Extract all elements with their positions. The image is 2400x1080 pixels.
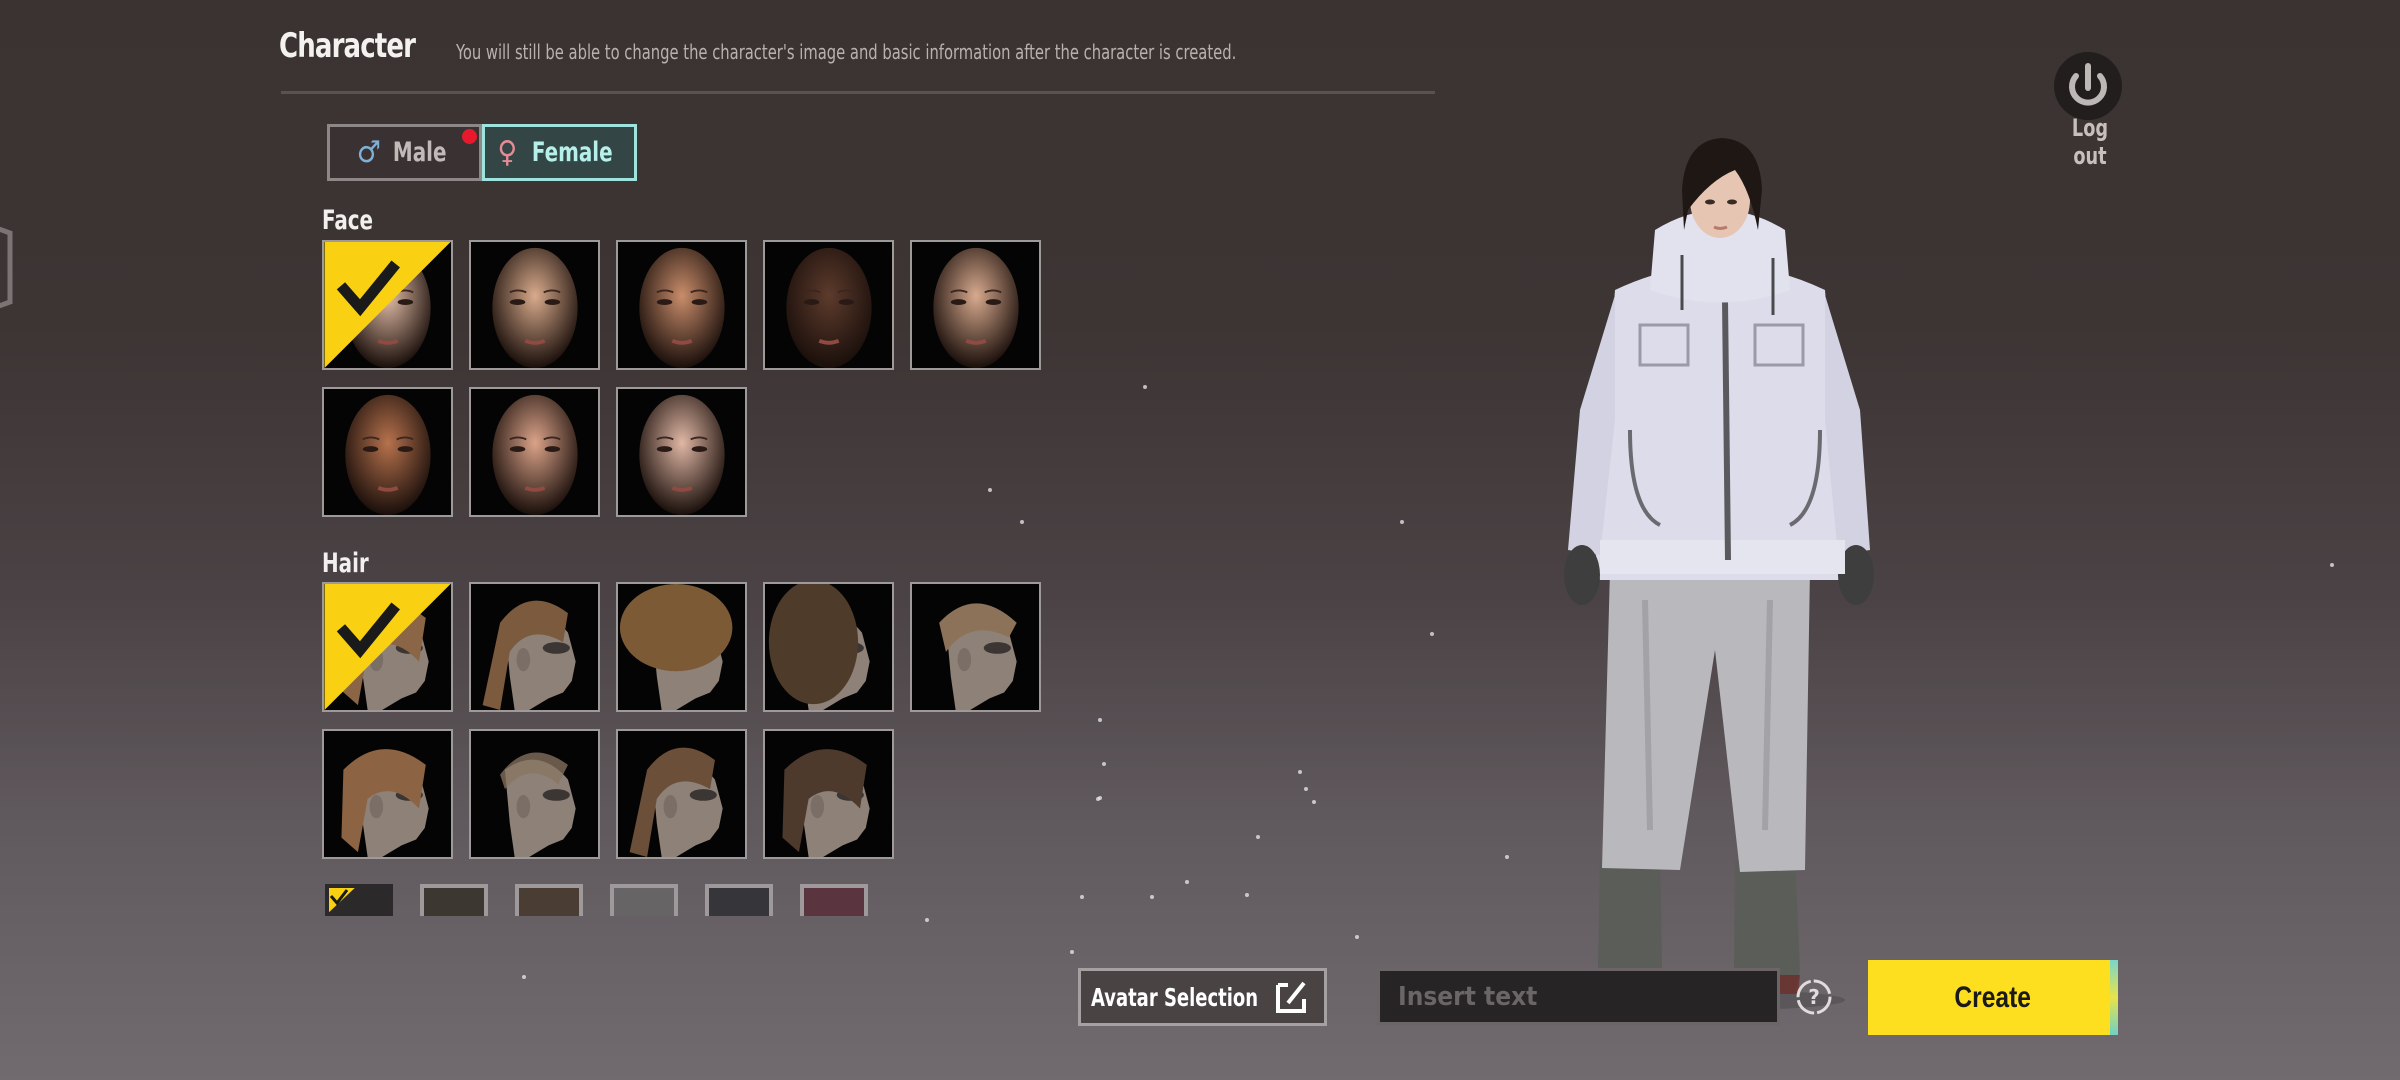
hair-thumbnail bbox=[471, 731, 598, 857]
face-thumbnail bbox=[471, 242, 598, 368]
snow-particle bbox=[1102, 762, 1106, 766]
male-symbol-icon: ♂ bbox=[356, 135, 381, 170]
hair-option[interactable] bbox=[469, 582, 600, 712]
face-option[interactable] bbox=[469, 240, 600, 370]
face-thumbnail bbox=[618, 242, 745, 368]
logout-label: Log out bbox=[2071, 114, 2109, 170]
hair-option[interactable] bbox=[763, 729, 894, 859]
create-button-edge-decoration bbox=[2110, 960, 2118, 1035]
page-title: Character bbox=[279, 26, 416, 66]
face-thumbnail bbox=[912, 242, 1039, 368]
avatar-selection-label: Avatar Selection bbox=[1091, 982, 1259, 1012]
snow-particle bbox=[522, 975, 526, 979]
hair-color-swatch[interactable] bbox=[325, 884, 393, 916]
snow-particle bbox=[1312, 800, 1316, 804]
snow-particle bbox=[925, 918, 929, 922]
face-thumbnail bbox=[471, 389, 598, 515]
hair-option[interactable] bbox=[616, 729, 747, 859]
hair-option[interactable] bbox=[910, 582, 1041, 712]
hair-thumbnail bbox=[324, 731, 451, 857]
tab-female[interactable]: ♀ Female bbox=[482, 124, 637, 181]
hair-thumbnail bbox=[471, 584, 598, 710]
hair-option[interactable] bbox=[469, 729, 600, 859]
female-symbol-icon: ♀ bbox=[497, 135, 518, 170]
edit-icon bbox=[1276, 981, 1306, 1013]
snow-particle bbox=[1150, 895, 1154, 899]
hair-color-swatch[interactable] bbox=[515, 884, 583, 916]
snow-particle bbox=[1020, 520, 1024, 524]
face-thumbnail bbox=[618, 389, 745, 515]
snow-particle bbox=[2330, 563, 2334, 567]
hair-color-swatch[interactable] bbox=[420, 884, 488, 916]
selected-check-icon bbox=[329, 888, 355, 913]
face-thumbnail bbox=[324, 389, 451, 515]
hair-option[interactable] bbox=[616, 582, 747, 712]
hair-thumbnail bbox=[765, 731, 892, 857]
snow-particle bbox=[1185, 880, 1189, 884]
snow-particle bbox=[1143, 385, 1147, 389]
snow-particle bbox=[1400, 520, 1404, 524]
face-option[interactable] bbox=[910, 240, 1041, 370]
face-option[interactable] bbox=[469, 387, 600, 517]
side-panel-edge[interactable] bbox=[0, 215, 16, 320]
create-label: Create bbox=[1954, 980, 2032, 1014]
hair-option[interactable] bbox=[322, 729, 453, 859]
snow-particle bbox=[1298, 770, 1302, 774]
face-thumbnail bbox=[765, 242, 892, 368]
character-model[interactable] bbox=[1560, 130, 1880, 1010]
snow-particle bbox=[1245, 893, 1249, 897]
svg-text:?: ? bbox=[1808, 985, 1820, 1009]
face-option[interactable] bbox=[322, 240, 453, 370]
create-button[interactable]: Create bbox=[1868, 960, 2118, 1035]
tab-male[interactable]: ♂ Male bbox=[327, 124, 482, 181]
hair-thumbnail bbox=[618, 584, 745, 710]
snow-particle bbox=[1080, 895, 1084, 899]
snow-particle bbox=[1098, 796, 1102, 800]
snow-particle bbox=[1355, 935, 1359, 939]
hair-thumbnail bbox=[765, 584, 892, 710]
character-name-input[interactable] bbox=[1377, 968, 1780, 1025]
face-section-label: Face bbox=[322, 205, 374, 236]
snow-particle bbox=[1070, 950, 1074, 954]
hair-color-swatch[interactable] bbox=[610, 884, 678, 916]
hair-option[interactable] bbox=[763, 582, 894, 712]
face-option[interactable] bbox=[763, 240, 894, 370]
tab-male-label: Male bbox=[392, 137, 447, 168]
face-option[interactable] bbox=[322, 387, 453, 517]
selected-check-icon bbox=[324, 242, 451, 368]
logout-button[interactable]: Log out bbox=[2052, 50, 2128, 170]
face-option[interactable] bbox=[616, 240, 747, 370]
snow-particle bbox=[1505, 855, 1509, 859]
hair-color-swatch[interactable] bbox=[705, 884, 773, 916]
snow-particle bbox=[1304, 787, 1308, 791]
notification-dot bbox=[462, 129, 477, 144]
hair-thumbnail bbox=[618, 731, 745, 857]
hair-section-label: Hair bbox=[322, 548, 369, 579]
avatar-selection-button[interactable]: Avatar Selection bbox=[1078, 968, 1327, 1026]
gender-tabs: ♂ Male ♀ Female bbox=[327, 124, 637, 181]
hair-option[interactable] bbox=[322, 582, 453, 712]
page-subtitle: You will still be able to change the cha… bbox=[456, 40, 1237, 64]
snow-particle bbox=[988, 488, 992, 492]
header-divider bbox=[281, 91, 1435, 94]
tab-female-label: Female bbox=[532, 137, 613, 168]
selected-check-icon bbox=[324, 584, 451, 710]
snow-particle bbox=[1256, 835, 1260, 839]
hair-color-swatch[interactable] bbox=[800, 884, 868, 916]
face-option[interactable] bbox=[616, 387, 747, 517]
hair-thumbnail bbox=[912, 584, 1039, 710]
snow-particle bbox=[1098, 718, 1102, 722]
help-circle-icon[interactable]: ? bbox=[1795, 978, 1833, 1016]
snow-particle bbox=[1430, 632, 1434, 636]
power-icon bbox=[2054, 52, 2122, 120]
